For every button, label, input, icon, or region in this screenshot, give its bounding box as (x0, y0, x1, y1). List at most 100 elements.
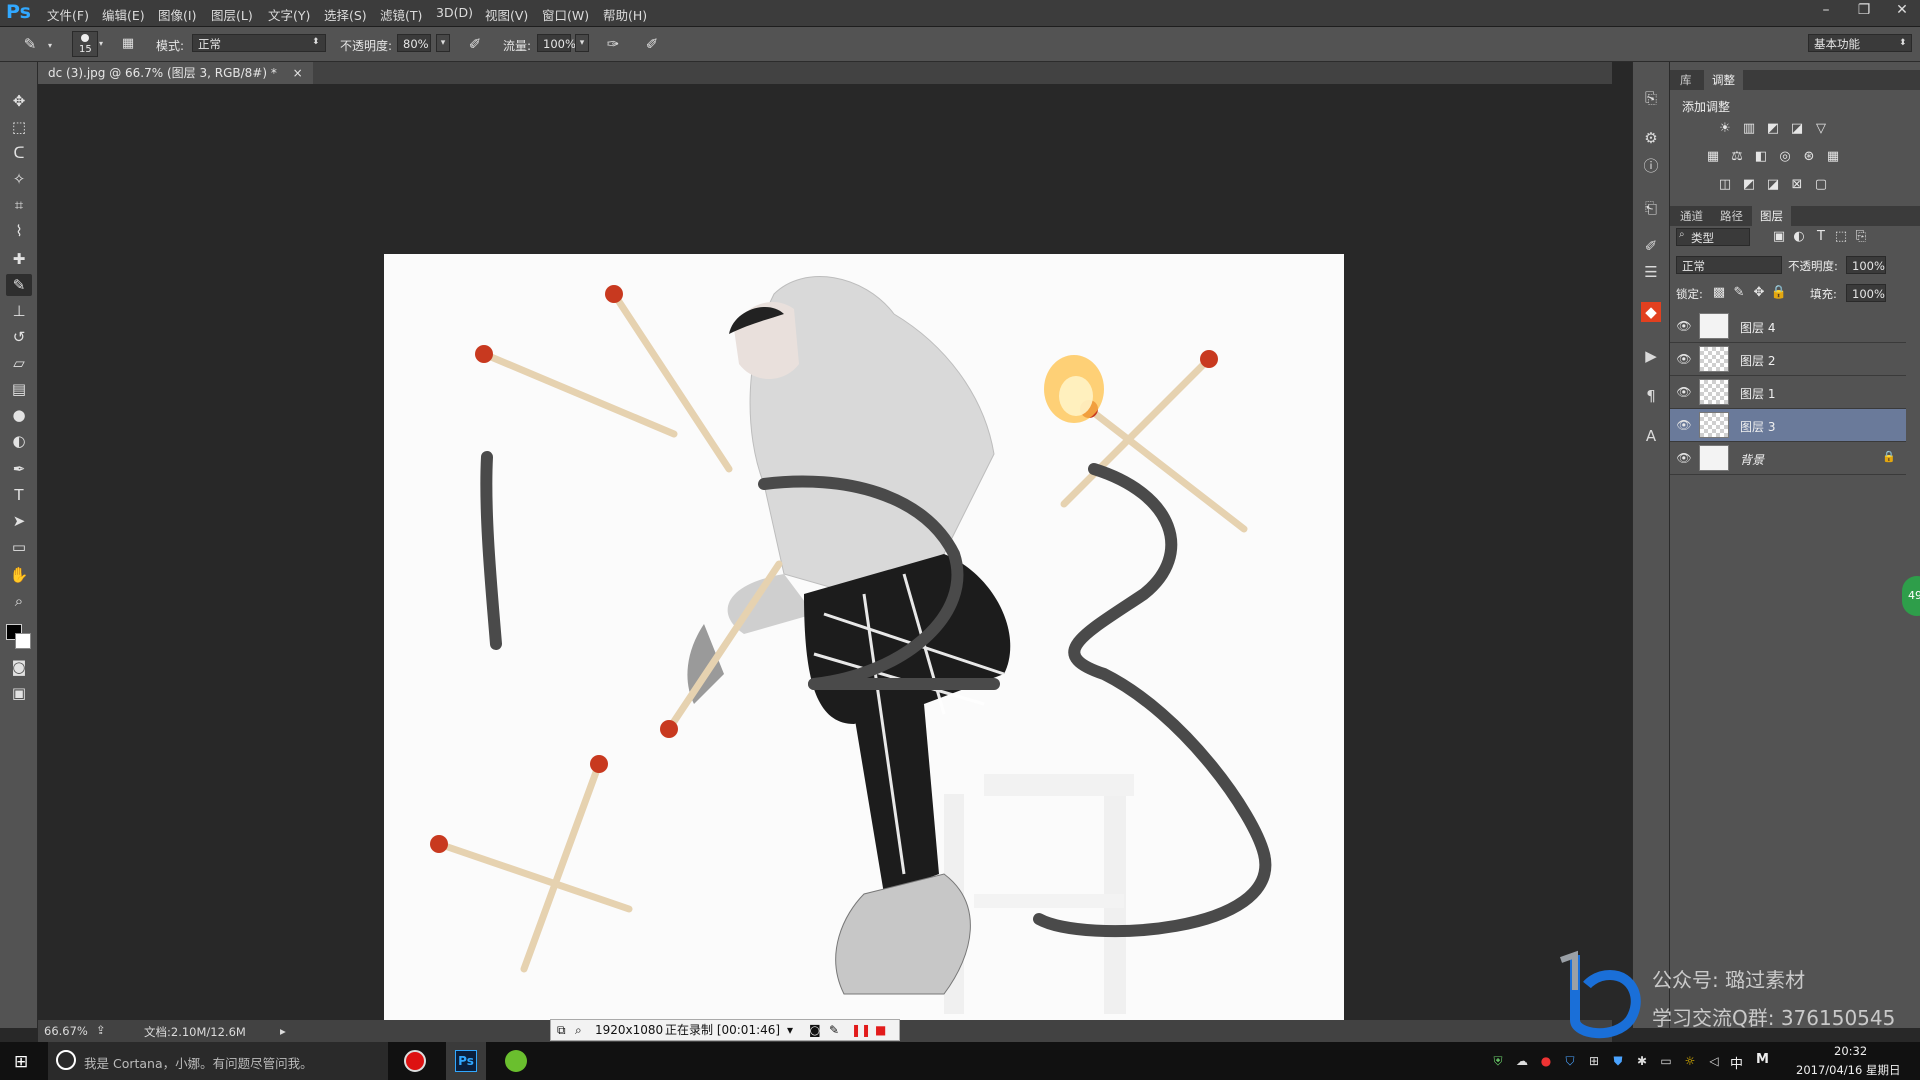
brightness-icon[interactable]: ☀ (1716, 120, 1734, 138)
lock-pixels-icon[interactable]: ✎ (1730, 284, 1748, 302)
pressure-size-icon[interactable]: ✐ (642, 34, 662, 54)
color-lookup-icon[interactable]: ▦ (1824, 148, 1842, 166)
blend-mode-select[interactable]: 正常 (1676, 256, 1782, 274)
minimize-button[interactable]: – (1808, 0, 1844, 22)
lock-position-icon[interactable]: ✥ (1750, 284, 1768, 302)
menu-window[interactable]: 窗口(W) (542, 5, 589, 24)
gradient-map-icon[interactable]: ⊠ (1788, 176, 1806, 194)
black-white-icon[interactable]: ◧ (1752, 148, 1770, 166)
character-panel-icon[interactable]: A (1641, 426, 1661, 446)
quick-select-tool-icon[interactable]: ✧ (6, 168, 32, 190)
clock-date[interactable]: 2017/04/16 星期日 (1796, 1062, 1900, 1078)
browser-app-icon[interactable] (505, 1050, 527, 1072)
filter-type-icon[interactable]: T (1812, 228, 1830, 246)
status-menu-arrow-icon[interactable]: ▸ (280, 1024, 286, 1038)
photoshop-taskbar-button[interactable]: Ps (446, 1042, 486, 1080)
hand-tool-icon[interactable]: ✋ (6, 564, 32, 586)
ime-mode-icon[interactable]: M (1756, 1052, 1769, 1067)
brush-panel-icon[interactable]: ☰ (1641, 262, 1661, 282)
quick-mask-icon[interactable]: ◙ (6, 656, 32, 678)
layer-row-background[interactable]: 👁 背景 🔒 (1670, 442, 1906, 475)
network-tray-icon[interactable]: ⊞ (1586, 1053, 1602, 1069)
recorder-dropdown-icon[interactable]: ▾ (787, 1020, 793, 1040)
opacity-dropdown-icon[interactable]: ▾ (436, 34, 450, 52)
pen-icon[interactable]: ✎ (829, 1020, 839, 1040)
invert-icon[interactable]: ◫ (1716, 176, 1734, 194)
dodge-tool-icon[interactable]: ◐ (6, 430, 32, 452)
clone-stamp-tool-icon[interactable]: ⊥ (6, 300, 32, 322)
tab-paths[interactable]: 路径 (1712, 206, 1751, 226)
brush-picker-arrow-icon[interactable]: ▾ (99, 39, 103, 48)
pause-icon[interactable]: ❚❚ (851, 1020, 871, 1040)
properties-panel-icon[interactable]: ⚙ (1641, 128, 1661, 148)
recorder-app-icon[interactable] (404, 1050, 426, 1072)
posterize-icon[interactable]: ◩ (1740, 176, 1758, 194)
tab-channels[interactable]: 通道 (1672, 206, 1711, 226)
layer-row-4[interactable]: 👁 图层 4 (1670, 310, 1906, 343)
brush-presets-icon[interactable]: ✐ (1641, 236, 1661, 256)
visibility-eye-icon[interactable]: 👁 (1676, 351, 1692, 367)
visibility-eye-icon[interactable]: 👁 (1676, 384, 1692, 400)
fill-input[interactable]: 100% (1846, 284, 1886, 302)
filter-shape-icon[interactable]: ⬚ (1832, 228, 1850, 246)
camera-icon[interactable]: ◙ (809, 1020, 821, 1040)
display-tray-icon[interactable]: ▭ (1658, 1053, 1674, 1069)
menu-select[interactable]: 选择(S) (324, 5, 367, 24)
curves-icon[interactable]: ◩ (1764, 120, 1782, 138)
visibility-eye-icon[interactable]: 👁 (1676, 417, 1692, 433)
threshold-icon[interactable]: ◪ (1764, 176, 1782, 194)
menu-image[interactable]: 图像(I) (158, 5, 196, 24)
hue-sat-icon[interactable]: ▦ (1704, 148, 1722, 166)
layer-opacity-input[interactable]: 100% (1846, 256, 1886, 274)
tab-library[interactable]: 库 (1672, 70, 1700, 90)
crop-tool-icon[interactable]: ⌗ (6, 194, 32, 216)
background-color-swatch[interactable] (15, 633, 31, 649)
menu-type[interactable]: 文字(Y) (268, 5, 310, 24)
visibility-eye-icon[interactable]: 👁 (1676, 318, 1692, 334)
screen-mode-icon[interactable]: ▣ (6, 682, 32, 704)
history-panel-icon[interactable]: ⎘ (1641, 88, 1661, 108)
side-badge[interactable]: 49 (1902, 576, 1920, 616)
opacity-input[interactable]: 80% (397, 34, 431, 52)
ime-indicator[interactable]: 中 (1730, 1053, 1743, 1072)
document-tab[interactable]: dc (3).jpg @ 66.7% (图层 3, RGB/8#) * × (38, 62, 313, 84)
menu-edit[interactable]: 编辑(E) (102, 5, 145, 24)
photo-filter-icon[interactable]: ◎ (1776, 148, 1794, 166)
blur-tool-icon[interactable]: ● (6, 404, 32, 426)
document-tab-close-icon[interactable]: × (293, 66, 303, 80)
layer-row-3-selected[interactable]: 👁 图层 3 (1670, 409, 1906, 442)
type-tool-icon[interactable]: T (6, 484, 32, 506)
workspace-select[interactable]: 基本功能 (1808, 34, 1912, 52)
filter-smart-icon[interactable]: ⎘ (1852, 228, 1870, 246)
menu-3d[interactable]: 3D(D) (436, 5, 473, 20)
airbrush-icon[interactable]: ✑ (603, 34, 623, 54)
exposure-icon[interactable]: ◪ (1788, 120, 1806, 138)
brush-tool-icon[interactable]: ✎ (20, 34, 40, 54)
vibrance-icon[interactable]: ▽ (1812, 120, 1830, 138)
zoom-tool-icon[interactable]: ⌕ (6, 590, 32, 612)
cortana-search-box[interactable]: 我是 Cortana，小娜。有问题尽管问我。 (48, 1042, 388, 1080)
color-balance-icon[interactable]: ⚖ (1728, 148, 1746, 166)
gradient-tool-icon[interactable]: ▤ (6, 378, 32, 400)
tab-adjustments[interactable]: 调整 (1704, 70, 1743, 90)
menu-help[interactable]: 帮助(H) (603, 5, 647, 24)
brush-preset-picker[interactable]: 15 (72, 31, 98, 57)
mode-select[interactable]: 正常 (192, 34, 326, 52)
menu-file[interactable]: 文件(F) (47, 5, 89, 24)
eraser-tool-icon[interactable]: ▱ (6, 352, 32, 374)
marquee-tool-icon[interactable]: ⬚ (6, 116, 32, 138)
pressure-opacity-icon[interactable]: ✐ (465, 34, 485, 54)
security-tray-icon[interactable]: ⛨ (1490, 1053, 1506, 1069)
export-icon[interactable]: ⇪ (96, 1023, 106, 1037)
flow-input[interactable]: 100% (537, 34, 576, 52)
brush-tool-button-icon[interactable]: ✎ (6, 274, 32, 296)
tab-layers[interactable]: 图层 (1752, 206, 1791, 226)
cloud-tray-icon[interactable]: ☁ (1514, 1053, 1530, 1069)
record-tray-icon[interactable]: ● (1538, 1053, 1554, 1069)
levels-icon[interactable]: ▥ (1740, 120, 1758, 138)
info-panel-icon[interactable]: ⓘ (1641, 156, 1661, 176)
tool-preset-arrow-icon[interactable]: ▾ (48, 41, 52, 50)
filter-pixel-icon[interactable]: ▣ (1770, 228, 1788, 246)
volume-tray-icon[interactable]: ◁ (1706, 1053, 1722, 1069)
lock-all-icon[interactable]: 🔒 (1770, 284, 1788, 302)
